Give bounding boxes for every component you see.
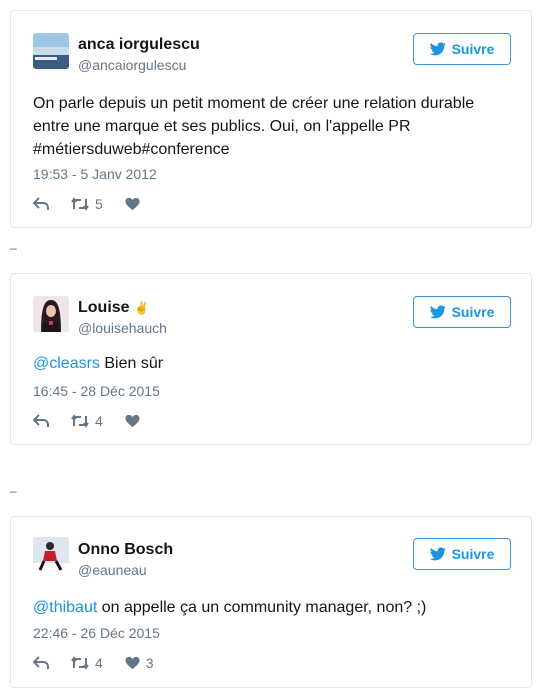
tweet-timestamp[interactable]: 19:53 - 5 Janv 2012 [33, 166, 157, 182]
tweet-actions: 4 3 [33, 655, 176, 671]
like-button[interactable]: 3 [125, 655, 154, 671]
follow-label: Suivre [451, 304, 495, 320]
author-name[interactable]: anca iorgulescu [78, 36, 200, 54]
reply-icon [33, 197, 49, 210]
follow-label: Suivre [451, 546, 495, 562]
twitter-bird-icon [429, 305, 446, 319]
tweet-text: On parle depuis un petit moment de créer… [33, 95, 475, 158]
heart-icon [125, 414, 140, 428]
like-button[interactable] [125, 197, 146, 211]
tweet-body: Bien sûr [99, 355, 164, 372]
reply-button[interactable] [33, 197, 49, 211]
author-name-text: Louise [78, 299, 130, 316]
twitter-bird-icon [429, 547, 446, 561]
mention-link[interactable]: @cleasrs [33, 355, 100, 372]
tweet-timestamp[interactable]: 22:46 - 26 Déc 2015 [33, 625, 160, 641]
twitter-bird-icon [429, 42, 446, 56]
retweet-count: 4 [95, 413, 103, 429]
retweet-count: 4 [95, 655, 103, 671]
tweet-card: Louise ✌ @louisehauch Suivre @cleasrs Bi… [10, 273, 532, 445]
reply-button[interactable] [33, 414, 49, 428]
avatar[interactable] [33, 296, 69, 332]
retweet-icon [71, 197, 89, 211]
author-name[interactable]: Louise ✌ [78, 299, 149, 317]
retweet-button[interactable]: 5 [71, 196, 103, 212]
retweet-button[interactable]: 4 [71, 413, 103, 429]
tweet-actions: 4 [33, 413, 168, 429]
avatar[interactable] [33, 537, 69, 573]
mention-link[interactable]: @thibaut [33, 599, 97, 616]
follow-label: Suivre [451, 41, 495, 57]
separator: – [10, 241, 17, 255]
retweet-icon [71, 414, 89, 428]
retweet-icon [71, 656, 89, 670]
reply-icon [33, 414, 49, 427]
tweet-timestamp[interactable]: 16:45 - 28 Déc 2015 [33, 383, 160, 399]
avatar[interactable] [33, 33, 69, 69]
tweet-card: anca iorgulescu @ancaiorgulescu Suivre O… [10, 10, 532, 228]
tweet-actions: 5 [33, 196, 168, 212]
author-name[interactable]: Onno Bosch [78, 541, 173, 559]
retweet-button[interactable]: 4 [71, 655, 103, 671]
author-handle[interactable]: @eauneau [78, 562, 147, 578]
follow-button[interactable]: Suivre [413, 33, 511, 65]
retweet-count: 5 [95, 196, 103, 212]
follow-button[interactable]: Suivre [413, 538, 511, 570]
separator: – [10, 484, 17, 498]
like-count: 3 [145, 655, 154, 671]
victory-hand-emoji: ✌ [134, 301, 149, 315]
tweet-text: @cleasrs Bien sûr [33, 352, 513, 375]
author-handle[interactable]: @ancaiorgulescu [78, 57, 186, 73]
tweet-text: @thibaut on appelle ça un community mana… [33, 596, 513, 619]
heart-icon [125, 656, 140, 670]
like-button[interactable] [125, 414, 146, 428]
tweet-body: on appelle ça un community manager, non?… [97, 599, 427, 616]
reply-button[interactable] [33, 656, 49, 670]
author-handle[interactable]: @louisehauch [78, 320, 167, 336]
follow-button[interactable]: Suivre [413, 296, 511, 328]
heart-icon [125, 197, 140, 211]
tweet-card: Onno Bosch @eauneau Suivre @thibaut on a… [10, 516, 532, 688]
reply-icon [33, 656, 49, 669]
